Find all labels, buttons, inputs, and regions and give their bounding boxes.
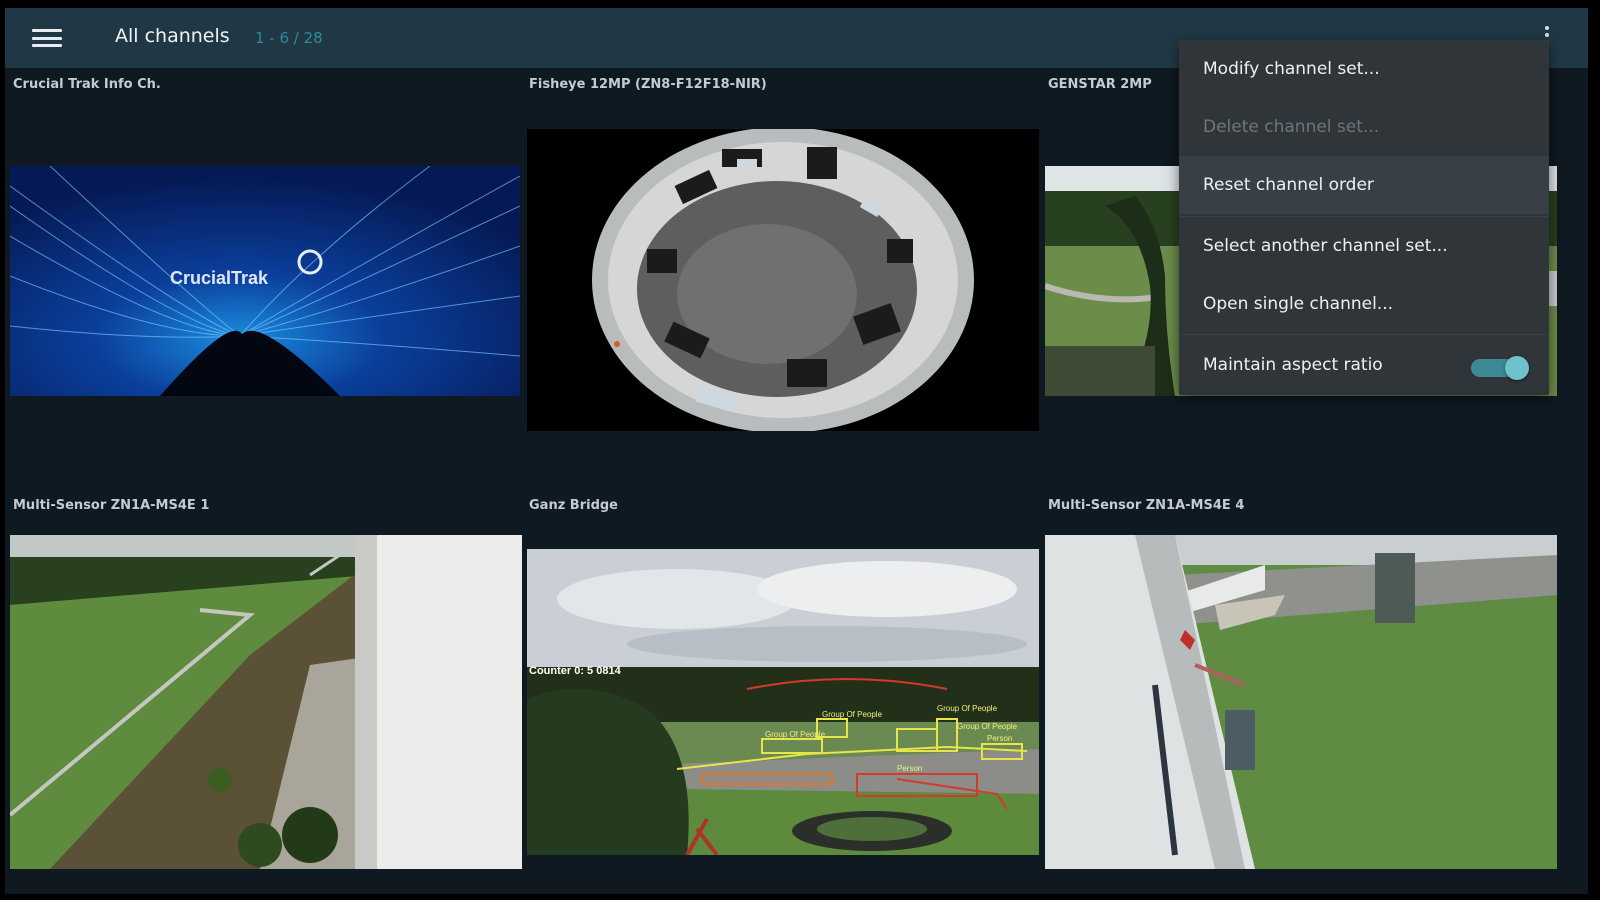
app-window: All channels 1 - 6 / 28 Crucial Trak Inf… <box>5 8 1588 894</box>
overflow-menu: Modify channel set... Delete channel set… <box>1179 40 1549 395</box>
menu-item-label: Modify channel set... <box>1203 59 1380 79</box>
overlay-group-label-1: Group Of People <box>822 710 883 719</box>
overlay-group-label-3: Group Of People <box>765 730 826 739</box>
channel-feed-fisheye[interactable] <box>527 129 1039 431</box>
channel-label-1: Crucial Trak Info Ch. <box>13 77 161 92</box>
channel-feed-multisensor-4[interactable] <box>1045 535 1557 869</box>
menu-item-label: Maintain aspect ratio <box>1203 355 1383 375</box>
menu-item-label: Open single channel... <box>1203 294 1394 314</box>
channel-range: 1 - 6 / 28 <box>255 29 323 47</box>
channel-label-4: Multi-Sensor ZN1A-MS4E 1 <box>13 498 210 513</box>
menu-item-label: Reset channel order <box>1203 175 1374 195</box>
channel-label-3: GENSTAR 2MP <box>1048 77 1152 92</box>
channel-label-5: Ganz Bridge <box>529 498 618 513</box>
channel-feed-ganz-bridge[interactable]: Counter 0: 5 0814 Group Of People Group … <box>527 549 1039 855</box>
menu-item-select-another-channel-set[interactable]: Select another channel set... <box>1179 217 1549 275</box>
menu-item-reset-channel-order[interactable]: Reset channel order <box>1179 156 1549 214</box>
page-title: All channels <box>115 25 230 47</box>
menu-item-open-single-channel[interactable]: Open single channel... <box>1179 275 1549 333</box>
overlay-person-label-2: Person <box>987 734 1012 743</box>
channel-label-2: Fisheye 12MP (ZN8-F12F18-NIR) <box>529 77 767 92</box>
channel-label-6: Multi-Sensor ZN1A-MS4E 4 <box>1048 498 1245 513</box>
menu-item-maintain-aspect-ratio[interactable]: Maintain aspect ratio <box>1179 335 1549 395</box>
counter-overlay-text: Counter 0: 5 0814 <box>529 665 622 677</box>
menu-item-delete-channel-set: Delete channel set... <box>1179 98 1549 156</box>
toggle-thumb <box>1505 356 1529 380</box>
menu-item-modify-channel-set[interactable]: Modify channel set... <box>1179 40 1549 98</box>
crucial-trak-logo-text: CrucialTrak <box>170 268 269 288</box>
overlay-group-label-4: Group Of People <box>957 722 1018 731</box>
menu-item-label: Select another channel set... <box>1203 236 1448 256</box>
channel-feed-multisensor-1[interactable] <box>10 535 522 869</box>
overlay-group-label-2: Group Of People <box>937 704 998 713</box>
overlay-person-label-1: Person <box>897 764 922 773</box>
channel-feed-crucial-trak[interactable]: CrucialTrak <box>10 166 520 396</box>
menu-item-label: Delete channel set... <box>1203 117 1380 137</box>
aspect-ratio-toggle[interactable] <box>1471 356 1529 380</box>
hamburger-menu-icon[interactable] <box>32 29 62 47</box>
